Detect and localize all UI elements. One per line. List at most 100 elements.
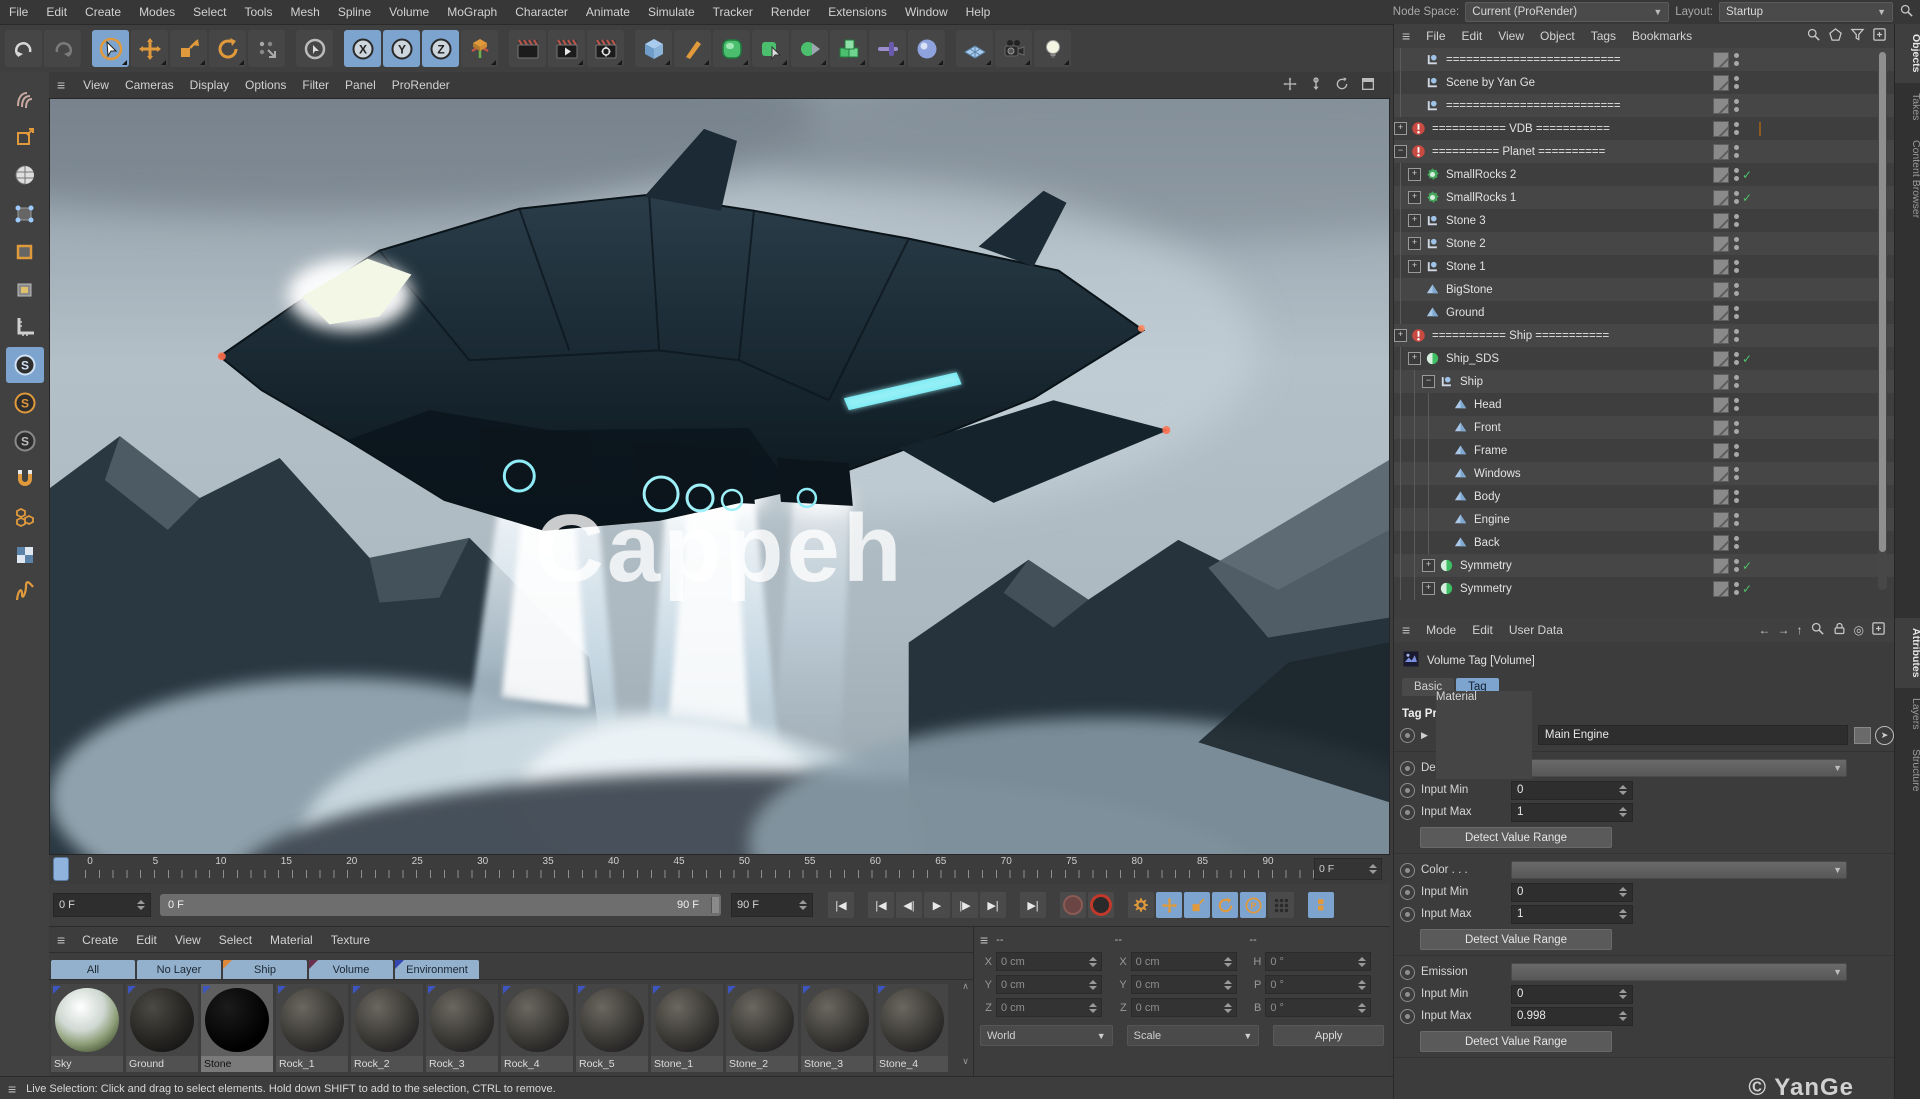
attribute-menu-user-data[interactable]: User Data	[1501, 623, 1571, 637]
layer-chip[interactable]	[1713, 282, 1729, 298]
enabled-check-icon[interactable]: ✓	[1742, 168, 1756, 182]
spinner-icon[interactable]	[1224, 980, 1232, 990]
visibility-dots[interactable]	[1734, 513, 1739, 526]
attribute-value-field[interactable]: 1	[1511, 905, 1633, 924]
path-filter-icon[interactable]	[1828, 27, 1843, 45]
tree-row-smallrocks-1[interactable]: +SmallRocks 1✓	[1394, 186, 1894, 209]
field-button[interactable]	[908, 30, 945, 67]
search-icon[interactable]	[1806, 27, 1821, 45]
spinner-icon[interactable]	[1619, 887, 1627, 897]
layer-chip[interactable]	[1713, 374, 1729, 390]
menubar-item-mesh[interactable]: Mesh	[281, 5, 328, 19]
layer-tab-environment[interactable]: Environment	[395, 960, 479, 979]
detect-value-range-button[interactable]: Detect Value Range	[1420, 929, 1612, 950]
menubar-item-mograph[interactable]: MoGraph	[438, 5, 506, 19]
material-menu-icon[interactable]: ≡	[49, 932, 73, 948]
spinner-icon[interactable]	[1224, 1003, 1232, 1013]
visibility-dots[interactable]	[1734, 467, 1739, 480]
z-axis-lock[interactable]: Z	[422, 30, 459, 67]
new-panel-icon[interactable]	[1871, 621, 1886, 639]
visibility-dots[interactable]	[1734, 398, 1739, 411]
end-frame-field[interactable]: 90 F	[731, 893, 813, 917]
tree-row-symmetry[interactable]: +Symmetry✓	[1394, 554, 1894, 577]
key-scale-toggle[interactable]	[1184, 892, 1210, 918]
floor-button[interactable]	[956, 30, 993, 67]
transform-mode-select[interactable]: Scale▼	[1127, 1025, 1260, 1046]
current-frame-field[interactable]: 0 F	[53, 893, 151, 917]
viewport-menu-cameras[interactable]: Cameras	[117, 78, 182, 92]
tree-row-ship-sds[interactable]: +Ship_SDS✓	[1394, 347, 1894, 370]
layer-chip[interactable]	[1713, 75, 1729, 91]
material-item-ground[interactable]: Ground	[126, 984, 198, 1072]
spinner-icon[interactable]	[1358, 1003, 1366, 1013]
pan-view-icon[interactable]	[1282, 76, 1298, 95]
attribute-manager-menu-icon[interactable]: ≡	[1394, 622, 1418, 638]
selection-filter[interactable]	[296, 30, 333, 67]
layer-chip[interactable]	[1713, 190, 1729, 206]
menubar-item-window[interactable]: Window	[896, 5, 957, 19]
layer-tab-all[interactable]: All	[51, 960, 135, 979]
subdivision-surface-button[interactable]	[713, 30, 750, 67]
panel-tab-objects[interactable]: Objects	[1895, 24, 1920, 83]
spinner-icon[interactable]	[1224, 957, 1232, 967]
object-menu-view[interactable]: View	[1490, 29, 1532, 43]
attribute-value-field[interactable]: 1	[1511, 803, 1633, 822]
layer-tab-volume[interactable]: Volume	[309, 960, 393, 979]
visibility-dots[interactable]	[1734, 122, 1739, 135]
viewport-menu-view[interactable]: View	[75, 78, 117, 92]
object-menu-file[interactable]: File	[1418, 29, 1453, 43]
material-menu-material[interactable]: Material	[261, 933, 322, 947]
rotate-tool[interactable]	[209, 30, 246, 67]
search-icon[interactable]	[1899, 3, 1914, 21]
coordinate-scale-field[interactable]: 0 cm	[1131, 975, 1237, 994]
tree-expander[interactable]: +	[1394, 329, 1407, 342]
note-tag-icon[interactable]	[1759, 123, 1761, 135]
visibility-dots[interactable]	[1734, 421, 1739, 434]
viewport-menu-display[interactable]: Display	[182, 78, 237, 92]
tree-row--[interactable]: +==========================	[1394, 48, 1894, 71]
enabled-check-icon[interactable]: ✓	[1742, 191, 1756, 205]
tree-row-stone-2[interactable]: +Stone 2	[1394, 232, 1894, 255]
detect-value-range-button[interactable]: Detect Value Range	[1420, 827, 1612, 848]
material-menu-create[interactable]: Create	[73, 933, 127, 947]
deformer-button[interactable]	[791, 30, 828, 67]
spinner-icon[interactable]	[1619, 989, 1627, 999]
material-menu-texture[interactable]: Texture	[322, 933, 379, 947]
material-item-stone_3[interactable]: Stone_3	[801, 984, 873, 1072]
tree-row-windows[interactable]: +Windows	[1394, 462, 1894, 485]
layer-chip[interactable]	[1713, 144, 1729, 160]
layer-chip[interactable]	[1713, 420, 1729, 436]
tree-row-stone-3[interactable]: +Stone 3	[1394, 209, 1894, 232]
layer-chip[interactable]	[1713, 98, 1729, 114]
expand-triangle-icon[interactable]: ▶	[1421, 730, 1428, 741]
coordinate-position-field[interactable]: 0 cm	[996, 975, 1102, 994]
tree-row-back[interactable]: +Back	[1394, 531, 1894, 554]
texture-mode-button[interactable]	[6, 157, 44, 193]
coordinate-scale-field[interactable]: 0 cm	[1131, 998, 1237, 1017]
tree-row--ship-[interactable]: +=========== Ship ===========	[1394, 324, 1894, 347]
layer-tab-no-layer[interactable]: No Layer	[137, 960, 221, 979]
panel-tab-structure[interactable]: Structure	[1895, 739, 1920, 802]
render-settings-button[interactable]	[587, 30, 624, 67]
menubar-item-animate[interactable]: Animate	[577, 5, 639, 19]
prev-frame-button[interactable]: ◀|	[896, 892, 922, 918]
visibility-dots[interactable]	[1734, 260, 1739, 273]
visibility-dots[interactable]	[1734, 214, 1739, 227]
tree-row-ground[interactable]: +Ground	[1394, 301, 1894, 324]
spinner-icon[interactable]	[1358, 957, 1366, 967]
group-gradient-bar[interactable]: ▼	[1511, 861, 1847, 879]
layer-chip[interactable]	[1713, 236, 1729, 252]
tree-expander[interactable]: +	[1394, 122, 1407, 135]
layer-chip[interactable]	[1713, 558, 1729, 574]
viewport-menu-options[interactable]: Options	[237, 78, 294, 92]
visibility-dots[interactable]	[1734, 375, 1739, 388]
workplane-snap-button[interactable]	[6, 537, 44, 573]
scale-tool[interactable]	[170, 30, 207, 67]
spinner-icon[interactable]	[1619, 909, 1627, 919]
panel-tab-attributes[interactable]: Attributes	[1895, 618, 1920, 688]
layer-chip[interactable]	[1713, 535, 1729, 551]
live-selection-tool[interactable]	[92, 30, 129, 67]
object-tree-scrollbar[interactable]	[1878, 50, 1887, 590]
group-gradient-bar[interactable]: ▼	[1511, 759, 1847, 777]
material-item-rock_4[interactable]: Rock_4	[501, 984, 573, 1072]
